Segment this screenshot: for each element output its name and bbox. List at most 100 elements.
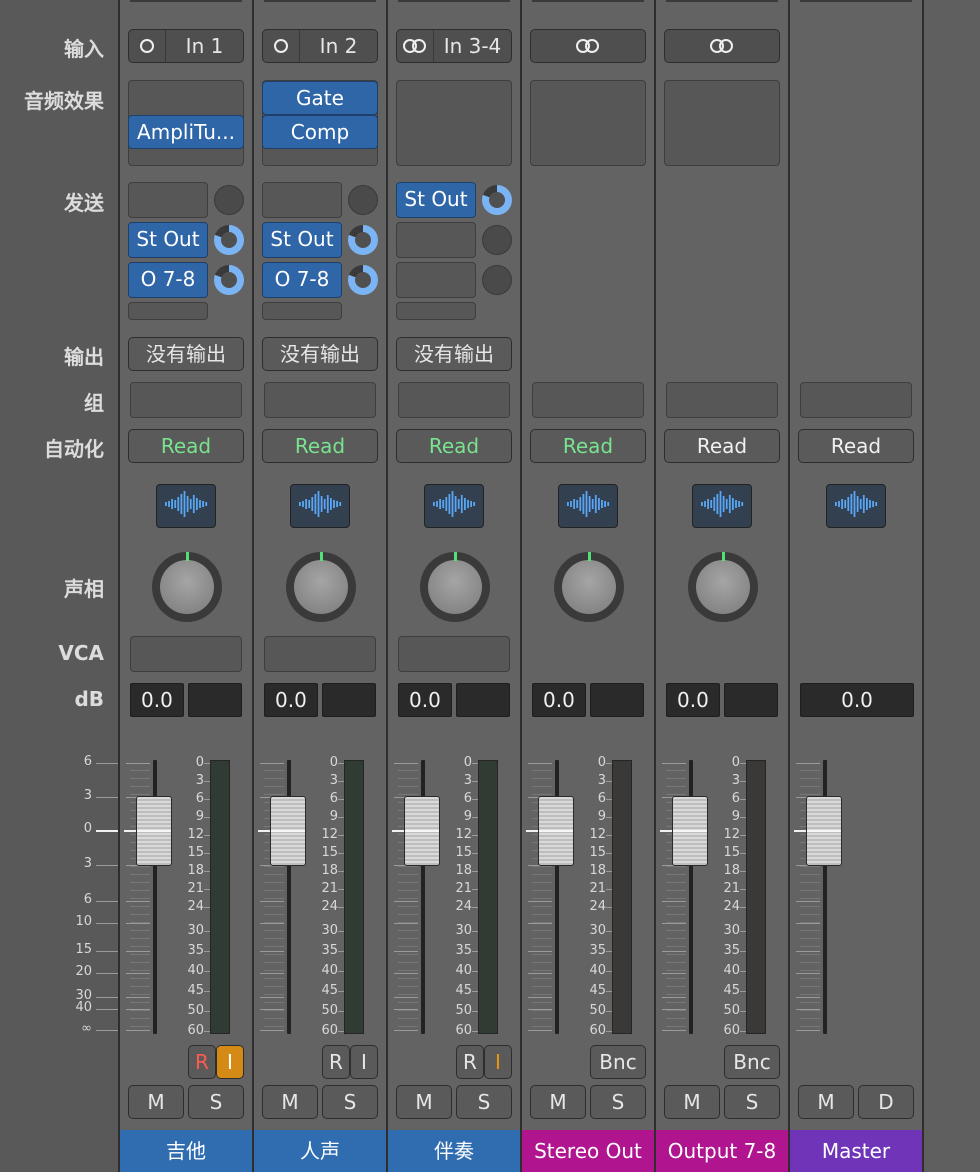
mute-button[interactable]: M: [262, 1085, 318, 1119]
fader-scale-tick: [96, 865, 118, 866]
fader-tick: [662, 923, 686, 924]
automation-mode-button[interactable]: Read: [798, 429, 914, 463]
meter-scale-label: 30: [321, 923, 338, 938]
meter-tick: [606, 931, 612, 932]
record-enable-button[interactable]: R: [322, 1045, 350, 1079]
fader-tick: [260, 923, 284, 924]
solo-button[interactable]: S: [590, 1085, 646, 1119]
solo-button[interactable]: S: [322, 1085, 378, 1119]
meter-tick: [338, 871, 344, 872]
fader-minor-tick: [666, 778, 686, 779]
meter-tick: [740, 835, 746, 836]
solo-button[interactable]: S: [188, 1085, 244, 1119]
fader-minor-tick: [532, 890, 552, 891]
meter-scale-label: 18: [723, 863, 740, 878]
meter-tick: [204, 1031, 210, 1032]
meter-scale-label: 60: [723, 1023, 740, 1038]
track-name[interactable]: Master: [790, 1130, 922, 1172]
meter-scale-label: 40: [321, 963, 338, 978]
mute-button[interactable]: M: [664, 1085, 720, 1119]
send-level-knob[interactable]: [482, 265, 512, 295]
fader-minor-tick: [800, 778, 820, 779]
mute-button[interactable]: M: [530, 1085, 586, 1119]
volume-db-display: 0.0: [398, 683, 452, 717]
meter-scale-label: 9: [731, 809, 740, 824]
volume-fader[interactable]: [270, 796, 306, 866]
input-monitor-button[interactable]: I: [216, 1045, 244, 1079]
volume-fader[interactable]: [136, 796, 172, 866]
meter-scale-label: 30: [455, 923, 472, 938]
fader-minor-tick: [666, 970, 686, 971]
input-monitor-button[interactable]: I: [350, 1045, 378, 1079]
fader-minor-tick: [532, 994, 552, 995]
record-enable-button[interactable]: R: [188, 1045, 216, 1079]
track-name[interactable]: 人声: [254, 1130, 386, 1172]
send-level-knob[interactable]: [214, 225, 244, 255]
fader-minor-tick: [264, 1026, 284, 1027]
record-enable-button[interactable]: R: [456, 1045, 484, 1079]
channel-strip: Read 0.0 M D Master: [790, 0, 922, 1172]
fader-minor-tick: [800, 978, 820, 979]
meter-scale-label: 40: [187, 963, 204, 978]
fader-minor-tick: [264, 866, 284, 867]
ring-icon: [140, 39, 154, 53]
fader-minor-tick: [800, 954, 820, 955]
fader-minor-tick: [398, 898, 418, 899]
meter-tick: [472, 889, 478, 890]
eq-button[interactable]: [826, 484, 886, 528]
fader-minor-tick: [264, 898, 284, 899]
fader-minor-tick: [264, 890, 284, 891]
track-name[interactable]: 伴奏: [388, 1130, 520, 1172]
volume-fader[interactable]: [806, 796, 842, 866]
meter-tick: [606, 889, 612, 890]
fader-minor-tick: [398, 930, 418, 931]
meter-scale-label: 21: [723, 881, 740, 896]
send-level-knob[interactable]: [348, 185, 378, 215]
mute-button[interactable]: M: [798, 1085, 854, 1119]
send-level-knob[interactable]: [482, 225, 512, 255]
solo-button[interactable]: S: [724, 1085, 780, 1119]
fader-minor-tick: [130, 970, 150, 971]
volume-fader[interactable]: [538, 796, 574, 866]
fader-tick: [394, 973, 418, 974]
send-level-knob[interactable]: [214, 265, 244, 295]
track-name[interactable]: Stereo Out: [522, 1130, 654, 1172]
fader-tick: [528, 1030, 552, 1031]
meter-scale-label: 6: [329, 791, 338, 806]
fader-minor-tick: [264, 962, 284, 963]
send-level-knob[interactable]: [214, 185, 244, 215]
fader-minor-tick: [532, 978, 552, 979]
send-level-knob[interactable]: [348, 265, 378, 295]
meter-tick: [338, 1011, 344, 1012]
fader-scale-tick: [96, 1030, 118, 1031]
mute-button[interactable]: M: [128, 1085, 184, 1119]
volume-fader[interactable]: [672, 796, 708, 866]
bounce-button[interactable]: Bnc: [590, 1045, 646, 1079]
fader-minor-tick: [264, 978, 284, 979]
input-monitor-button[interactable]: I: [484, 1045, 512, 1079]
group-slot[interactable]: [800, 382, 912, 418]
fader-minor-tick: [130, 1026, 150, 1027]
track-name[interactable]: Output 7-8: [656, 1130, 788, 1172]
mute-button[interactable]: M: [396, 1085, 452, 1119]
volume-fader[interactable]: [404, 796, 440, 866]
fader-minor-tick: [398, 1018, 418, 1019]
fader-scale-tick: [96, 973, 118, 974]
fader-minor-tick: [800, 898, 820, 899]
fader-minor-tick: [264, 874, 284, 875]
fader-scale-tick: [96, 997, 118, 998]
track-name[interactable]: 吉他: [120, 1130, 252, 1172]
bounce-button[interactable]: Bnc: [724, 1045, 780, 1079]
fader-minor-tick: [532, 1026, 552, 1027]
meter-scale-label: 3: [195, 773, 204, 788]
meter-tick: [740, 871, 746, 872]
dim-button[interactable]: D: [858, 1085, 914, 1119]
meter-scale-label: 3: [731, 773, 740, 788]
fader-tick: [394, 763, 418, 764]
send-level-knob[interactable]: [348, 225, 378, 255]
meter-tick: [472, 931, 478, 932]
solo-button[interactable]: S: [456, 1085, 512, 1119]
mixer: 输入 音频效果 发送 输出 组 自动化 声相 VCA dB In 1 AmpliT…: [0, 0, 980, 1172]
fader-minor-tick: [800, 1026, 820, 1027]
send-level-knob[interactable]: [482, 185, 512, 215]
